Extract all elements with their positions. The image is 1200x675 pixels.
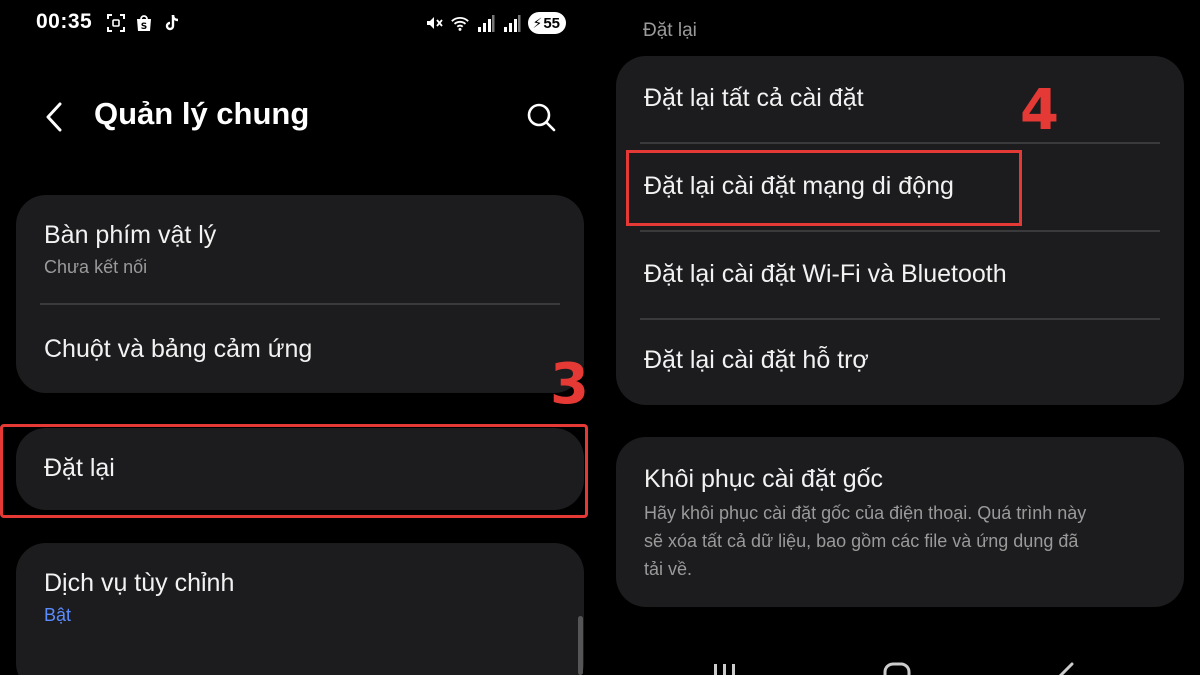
highlight-box-mobile-network [626,150,1022,226]
input-devices-card: Bàn phím vật lý Chưa kết nối Chuột và bả… [16,195,584,393]
signal-icon [476,13,496,33]
right-screen: Đặt lại Đặt lại tất cả cài đặt Đặt lại c… [600,0,1200,675]
item-title: Bàn phím vật lý [44,221,217,249]
factory-reset-card[interactable]: Khôi phục cài đặt gốc Hãy khôi phục cài … [616,437,1184,607]
item-subtitle: Bật [44,605,72,625]
item-description-line: tải về. [644,559,693,579]
home-icon[interactable] [882,660,912,675]
tiktok-icon [162,13,182,33]
recent-apps-icon[interactable] [710,660,740,675]
item-title: Khôi phục cài đặt gốc [644,465,884,493]
signal-icon [502,13,522,33]
section-label: Đặt lại [643,20,697,41]
screenshot-icon [106,13,126,33]
battery-icon: ⚡ 55 [528,12,566,34]
back-arrow-icon[interactable] [40,100,70,134]
battery-level: 55 [543,14,560,32]
mute-icon [424,13,444,33]
page-title: Quản lý chung [94,96,310,131]
step-number-3: 3 [550,352,589,417]
item-title: Dịch vụ tùy chỉnh [44,569,235,597]
step-number-4: 4 [1020,78,1059,143]
reset-options-card: Đặt lại tất cả cài đặt Đặt lại cài đặt m… [616,56,1184,405]
shopee-icon: S [134,13,154,33]
item-description-line: Hãy khôi phục cài đặt gốc của điện thoại… [644,503,1087,523]
list-item-physical-keyboard[interactable]: Bàn phím vật lý Chưa kết nối [16,195,584,303]
item-title: Đặt lại cài đặt Wi-Fi và Bluetooth [644,260,1007,288]
custom-service-card[interactable]: Dịch vụ tùy chỉnh Bật [16,543,584,675]
list-item-reset-all-settings[interactable]: Đặt lại tất cả cài đặt [616,56,1184,142]
item-title: Đặt lại cài đặt hỗ trợ [644,346,869,374]
wifi-icon [450,13,470,33]
item-description-line: sẽ xóa tất cả dữ liệu, bao gồm các file … [644,531,1079,551]
item-title: Đặt lại tất cả cài đặt [644,84,864,112]
highlight-box-reset [0,424,588,518]
list-item-mouse-touchpad[interactable]: Chuột và bảng cảm ứng [16,305,584,393]
item-subtitle: Chưa kết nối [44,257,148,277]
status-time: 00:35 [36,10,93,33]
list-item-reset-wifi-bluetooth[interactable]: Đặt lại cài đặt Wi-Fi và Bluetooth [616,232,1184,318]
search-icon[interactable] [524,100,560,134]
svg-text:S: S [141,22,147,32]
scrollbar[interactable] [578,616,583,675]
left-screen: 00:35 S ⚡ 55 Quản lý chung Bàn phím vật … [0,0,600,675]
back-nav-icon[interactable] [1050,660,1080,675]
list-item-reset-accessibility[interactable]: Đặt lại cài đặt hỗ trợ [616,320,1184,405]
status-bar: 00:35 S ⚡ 55 [36,10,566,38]
item-title: Chuột và bảng cảm ứng [44,335,313,363]
